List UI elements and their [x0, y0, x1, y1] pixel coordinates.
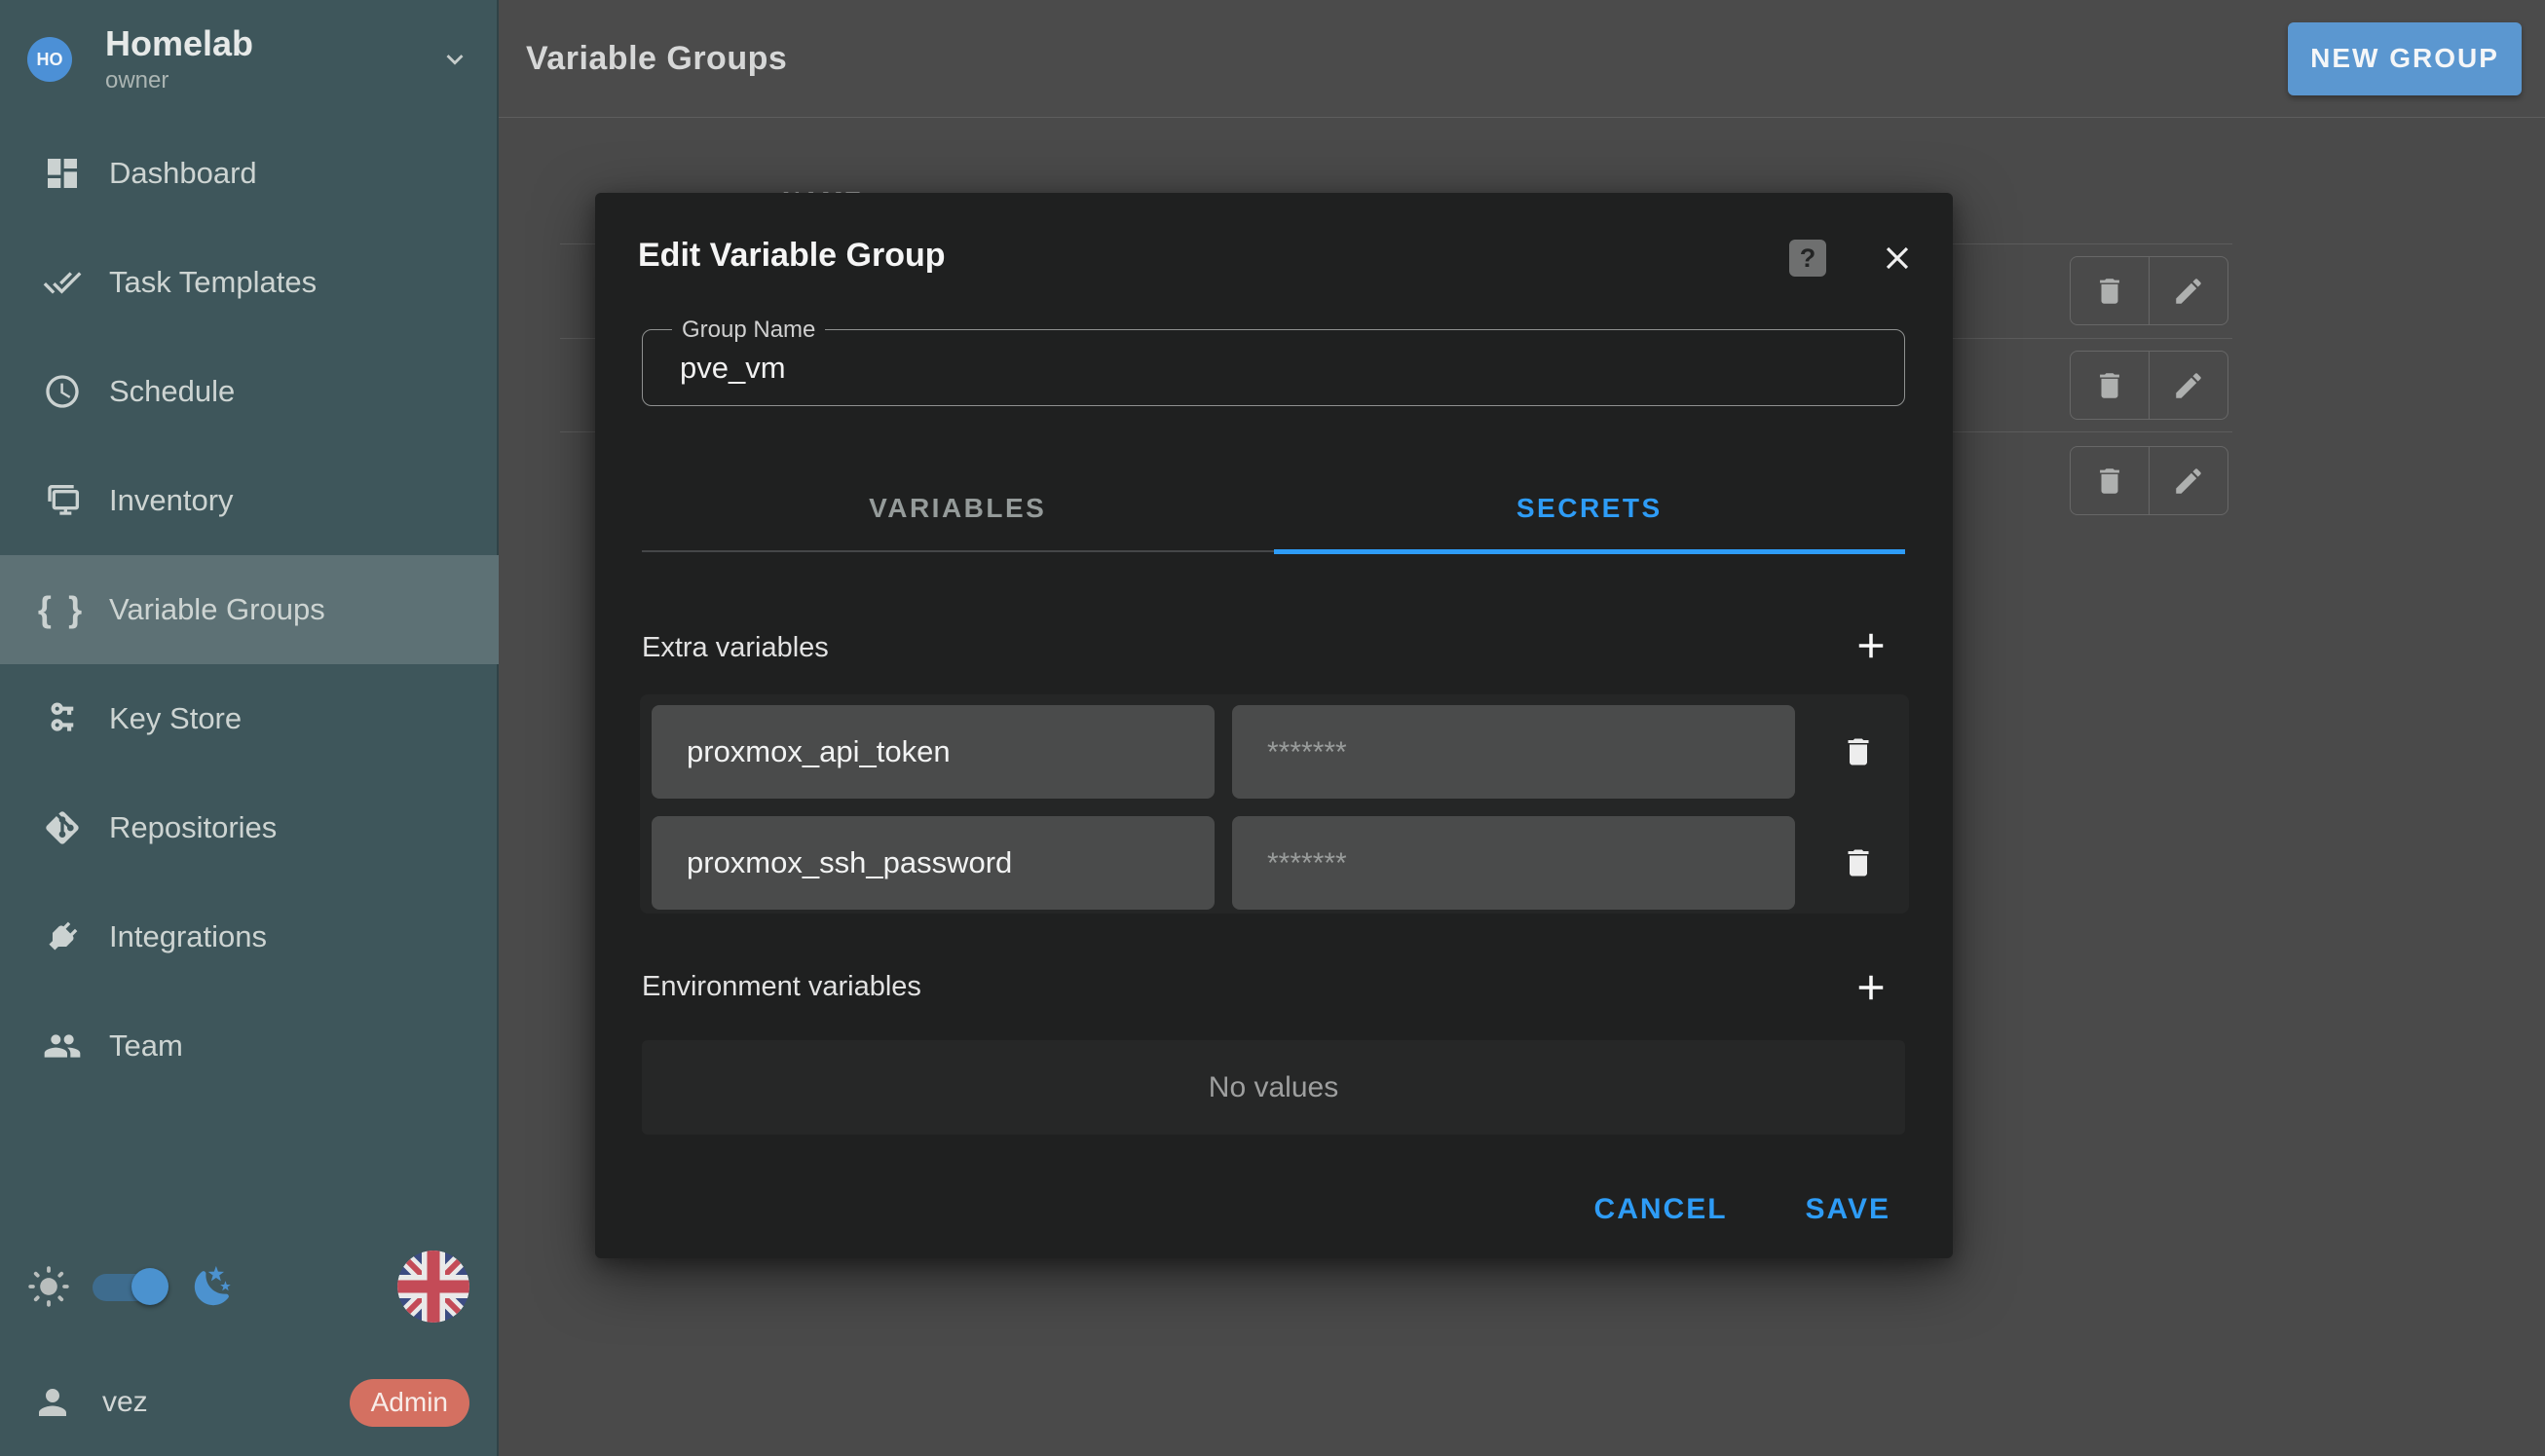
variable-value-field — [1232, 705, 1795, 799]
dialog-title: Edit Variable Group — [638, 237, 946, 275]
add-environment-variable-button[interactable] — [1848, 964, 1894, 1011]
variable-value-input[interactable] — [1232, 705, 1795, 799]
environment-variables-empty: No values — [642, 1040, 1905, 1135]
extra-variables-title: Extra variables — [642, 632, 829, 664]
environment-variables-title: Environment variables — [642, 971, 921, 1003]
dialog-tabs: VARIABLES SECRETS — [642, 467, 1905, 552]
tab-secrets[interactable]: SECRETS — [1274, 467, 1906, 550]
variable-name-field — [652, 816, 1215, 910]
trash-icon — [1841, 734, 1876, 769]
group-name-label: Group Name — [672, 317, 825, 345]
cancel-button[interactable]: CANCEL — [1583, 1185, 1740, 1234]
delete-variable-button[interactable] — [1835, 840, 1882, 886]
variable-name-input[interactable] — [652, 705, 1215, 799]
tab-variables[interactable]: VARIABLES — [642, 467, 1274, 550]
secret-variable-row — [652, 816, 1897, 910]
group-name-input[interactable] — [643, 330, 1904, 405]
edit-variable-group-dialog: Edit Variable Group ? Group Name VARIABL… — [595, 193, 1953, 1258]
variable-value-field — [1232, 816, 1795, 910]
add-extra-variable-button[interactable] — [1848, 622, 1894, 669]
extra-variables-panel — [640, 694, 1909, 914]
variable-name-field — [652, 705, 1215, 799]
dialog-actions: CANCEL SAVE — [1583, 1185, 1902, 1234]
variable-value-input[interactable] — [1232, 816, 1795, 910]
group-name-field: Group Name — [642, 329, 1905, 406]
help-icon[interactable]: ? — [1789, 240, 1826, 277]
save-button[interactable]: SAVE — [1794, 1185, 1902, 1234]
secret-variable-row — [652, 705, 1897, 799]
close-icon[interactable] — [1875, 236, 1920, 280]
variable-name-input[interactable] — [652, 816, 1215, 910]
delete-variable-button[interactable] — [1835, 728, 1882, 775]
trash-icon — [1841, 845, 1876, 880]
